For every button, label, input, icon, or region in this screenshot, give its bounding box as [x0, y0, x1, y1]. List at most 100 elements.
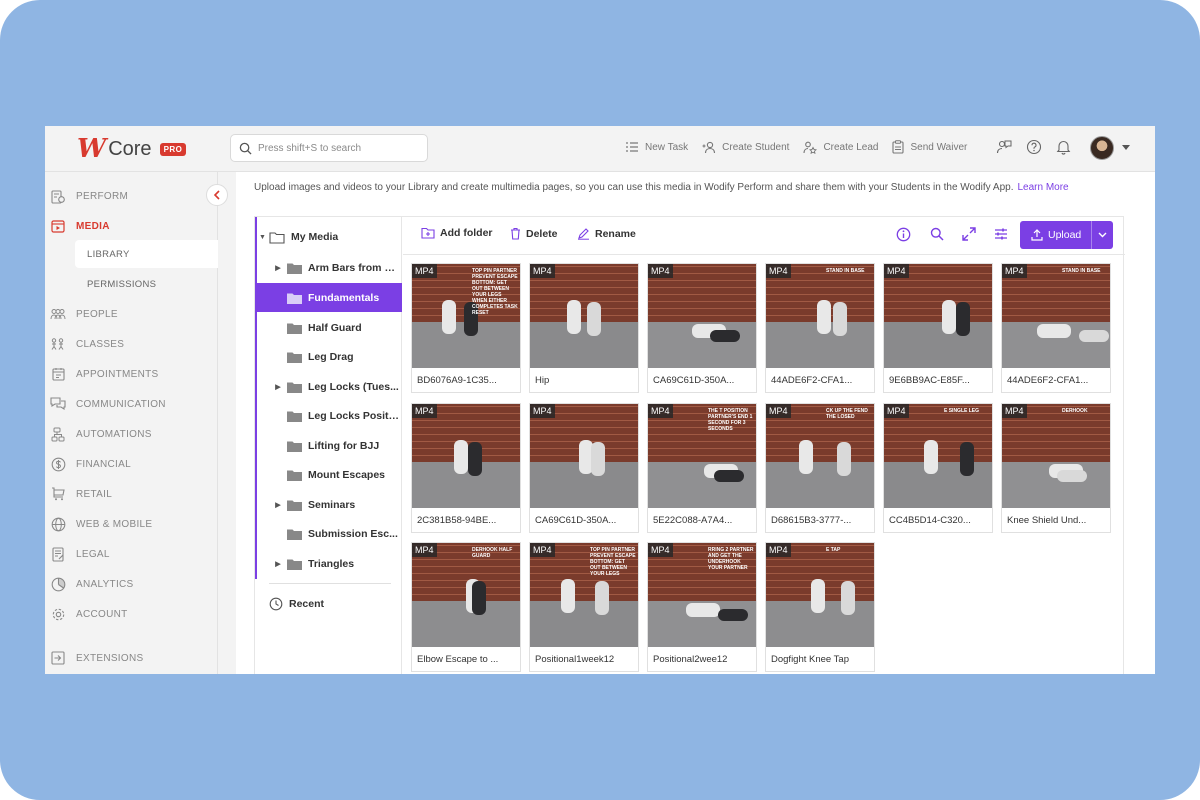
video-thumbnail[interactable]: THE T POSITION PARTNER'S END 1 SECOND FO… — [648, 404, 756, 508]
folder-item-selected[interactable]: Fundamentals — [257, 283, 402, 312]
folder-icon — [287, 470, 302, 481]
folder-item[interactable]: Mount Escapes — [257, 460, 402, 489]
filter-sliders-icon[interactable] — [994, 227, 1008, 241]
folder-item[interactable]: ▶ Seminars — [257, 490, 402, 519]
folder-item[interactable]: Leg Drag — [257, 342, 402, 371]
tree-root-my-media[interactable]: ▼ My Media — [259, 227, 338, 247]
tree-root-label: My Media — [291, 231, 339, 243]
expand-arrow-icon[interactable]: ▶ — [273, 383, 283, 391]
nav-communication[interactable]: COMMUNICATION — [45, 390, 218, 418]
logo[interactable]: W Core PRO — [77, 134, 187, 164]
nav-extensions[interactable]: EXTENSIONS — [45, 644, 218, 672]
expand-icon[interactable] — [962, 227, 976, 241]
video-thumbnail[interactable]: TOP PIN PARTNER PREVENT ESCAPE BOTTOM: G… — [412, 264, 520, 368]
rename-button[interactable]: Rename — [577, 227, 636, 240]
video-thumbnail[interactable]: E SINGLE LEG MP4 — [884, 404, 992, 508]
nav-classes[interactable]: CLASSES — [45, 330, 218, 358]
athlete-figure — [841, 581, 855, 615]
file-type-badge: MP4 — [530, 404, 555, 418]
folder-item[interactable]: Submission Esc... — [257, 519, 402, 548]
file-type-badge: MP4 — [884, 404, 909, 418]
nav-appointments[interactable]: APPOINTMENTS — [45, 360, 218, 388]
media-card[interactable]: THE T POSITION PARTNER'S END 1 SECOND FO… — [647, 403, 757, 533]
file-type-badge: MP4 — [530, 543, 555, 557]
help-icon[interactable] — [1026, 139, 1042, 155]
search-icon[interactable] — [930, 227, 944, 241]
sub-nav-permissions[interactable]: PERMISSIONS — [75, 270, 218, 298]
bell-icon[interactable] — [1056, 139, 1071, 155]
folder-item[interactable]: Leg Locks Positi... — [257, 401, 402, 430]
folder-item[interactable]: Half Guard — [257, 313, 402, 342]
send-waiver-button[interactable]: Send Waiver — [892, 140, 967, 154]
media-card[interactable]: DERHOOK HALF GUARD MP4 Elbow Escape to ... — [411, 542, 521, 672]
create-student-button[interactable]: Create Student — [702, 141, 789, 154]
nav-analytics[interactable]: ANALYTICS — [45, 570, 218, 598]
learn-more-link[interactable]: Learn More — [1017, 182, 1068, 193]
folder-item[interactable]: ▶ Leg Locks (Tues... — [257, 372, 402, 401]
video-thumbnail[interactable]: TOP PIN PARTNER PREVENT ESCAPE BOTTOM: G… — [530, 543, 638, 647]
media-card[interactable]: MP4 2C381B58-94BE... — [411, 403, 521, 533]
video-thumbnail[interactable]: MP4 — [530, 404, 638, 508]
new-task-button[interactable]: New Task — [625, 141, 688, 154]
chevron-down-icon[interactable] — [1122, 145, 1130, 150]
expand-arrow-icon[interactable]: ▶ — [273, 264, 283, 272]
folder-item[interactable]: Lifting for BJJ — [257, 431, 402, 460]
feedback-icon[interactable] — [996, 139, 1012, 155]
nav-communication-label: COMMUNICATION — [76, 398, 166, 410]
video-thumbnail[interactable]: MP4 — [530, 264, 638, 368]
upload-button[interactable]: Upload — [1020, 221, 1113, 249]
folder-item[interactable]: ▶ Arm Bars from B... — [257, 253, 402, 282]
video-thumbnail[interactable]: CK UP THE FEND THE LOSED MP4 — [766, 404, 874, 508]
delete-button[interactable]: Delete — [510, 227, 558, 240]
create-lead-button[interactable]: Create Lead — [803, 141, 878, 154]
nav-account[interactable]: ACCOUNT — [45, 600, 218, 628]
expand-arrow-icon[interactable]: ▶ — [273, 501, 283, 509]
media-card[interactable]: E SINGLE LEG MP4 CC4B5D14-C320... — [883, 403, 993, 533]
sub-nav-library[interactable]: LIBRARY — [75, 240, 218, 268]
video-thumbnail[interactable]: STAND IN BASE MP4 — [766, 264, 874, 368]
thumbnail-caption: E TAP — [826, 547, 841, 553]
nav-web-mobile[interactable]: WEB & MOBILE — [45, 510, 218, 538]
media-card[interactable]: MP4 9E6BB9AC-E85F... — [883, 263, 993, 393]
folder-item[interactable]: ▶ Triangles — [257, 549, 402, 578]
collapse-sidebar-button[interactable] — [206, 184, 228, 206]
nav-automations[interactable]: AUTOMATIONS — [45, 420, 218, 448]
media-card[interactable]: MP4 CA69C61D-350A... — [529, 403, 639, 533]
video-thumbnail[interactable]: RRING 2 PARTNER AND GET THE UNDERHOOK YO… — [648, 543, 756, 647]
add-folder-button[interactable]: Add folder — [421, 227, 493, 239]
media-card[interactable]: STAND IN BASE MP4 44ADE6F2-CFA1... — [1001, 263, 1111, 393]
nav-legal[interactable]: LEGAL — [45, 540, 218, 568]
media-card[interactable]: STAND IN BASE MP4 44ADE6F2-CFA1... — [765, 263, 875, 393]
video-thumbnail[interactable]: DERHOOK HALF GUARD MP4 — [412, 543, 520, 647]
video-thumbnail[interactable]: MP4 — [412, 404, 520, 508]
caret-down-icon[interactable]: ▼ — [259, 234, 267, 241]
media-card[interactable]: RRING 2 PARTNER AND GET THE UNDERHOOK YO… — [647, 542, 757, 672]
media-card[interactable]: TOP PIN PARTNER PREVENT ESCAPE BOTTOM: G… — [411, 263, 521, 393]
search-box[interactable] — [230, 134, 428, 162]
nav-people[interactable]: PEOPLE — [45, 300, 218, 328]
nav-financial[interactable]: FINANCIAL — [45, 450, 218, 478]
nav-perform[interactable]: PERFORM — [45, 182, 218, 210]
folder-label: Seminars — [308, 498, 356, 511]
info-icon[interactable] — [896, 227, 911, 242]
search-input[interactable] — [258, 142, 418, 154]
media-card[interactable]: CK UP THE FEND THE LOSED MP4 D68615B3-3777… — [765, 403, 875, 533]
media-card[interactable]: E TAP MP4 Dogfight Knee Tap — [765, 542, 875, 672]
expand-arrow-icon[interactable]: ▶ — [273, 560, 283, 568]
media-card[interactable]: MP4 Hip — [529, 263, 639, 393]
video-thumbnail[interactable]: E TAP MP4 — [766, 543, 874, 647]
media-card[interactable]: MP4 CA69C61D-350A... — [647, 263, 757, 393]
media-card[interactable]: DERHOOK MP4 Knee Shield Und... — [1001, 403, 1111, 533]
recent-item[interactable]: Recent — [269, 597, 324, 611]
upload-dropdown[interactable] — [1092, 232, 1113, 238]
media-card[interactable]: TOP PIN PARTNER PREVENT ESCAPE BOTTOM: G… — [529, 542, 639, 672]
video-thumbnail[interactable]: MP4 — [884, 264, 992, 368]
video-thumbnail[interactable]: MP4 — [648, 264, 756, 368]
upload-main[interactable]: Upload — [1020, 221, 1092, 249]
nav-media[interactable]: MEDIA — [45, 212, 218, 240]
video-thumbnail[interactable]: DERHOOK MP4 — [1002, 404, 1110, 508]
athlete-figure — [454, 440, 468, 474]
nav-retail[interactable]: RETAIL — [45, 480, 218, 508]
video-thumbnail[interactable]: STAND IN BASE MP4 — [1002, 264, 1110, 368]
avatar[interactable] — [1090, 136, 1114, 160]
